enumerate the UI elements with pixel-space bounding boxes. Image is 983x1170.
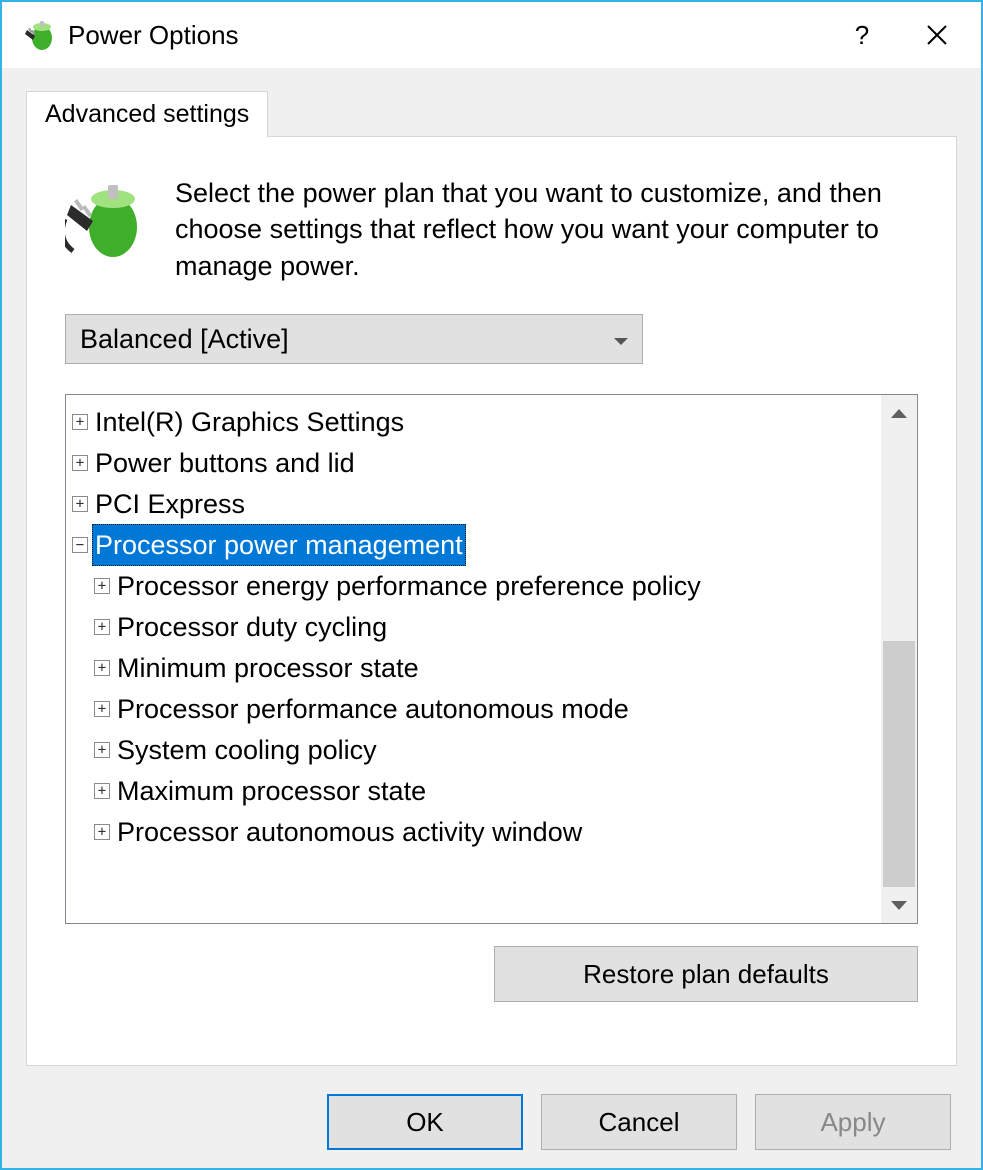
restore-row: Restore plan defaults [65, 946, 918, 1002]
tab-strip: Advanced settings [2, 88, 981, 136]
tree-item[interactable]: +System cooling policy [72, 729, 881, 770]
battery-plug-icon [65, 179, 147, 261]
tree-item-label: PCI Express [92, 483, 248, 526]
expand-icon[interactable]: + [94, 578, 110, 594]
close-icon [926, 24, 948, 46]
expand-icon[interactable]: + [94, 660, 110, 676]
window-title: Power Options [68, 20, 239, 51]
tree-item[interactable]: +Maximum processor state [72, 770, 881, 811]
scroll-down-button[interactable] [881, 887, 917, 923]
scroll-up-button[interactable] [881, 395, 917, 431]
dialog-button-row: OK Cancel Apply [2, 1082, 981, 1168]
tree-item-label: System cooling policy [114, 729, 380, 772]
expand-icon[interactable]: + [94, 742, 110, 758]
chevron-down-icon [614, 329, 628, 350]
tree-item-label: Minimum processor state [114, 647, 422, 690]
expand-icon[interactable]: + [94, 824, 110, 840]
chevron-down-icon [891, 901, 907, 910]
scroll-thumb[interactable] [883, 641, 915, 887]
close-button[interactable] [897, 5, 977, 65]
help-button[interactable]: ? [827, 5, 897, 65]
scrollbar[interactable] [881, 395, 917, 923]
restore-plan-defaults-button[interactable]: Restore plan defaults [494, 946, 918, 1002]
ok-button[interactable]: OK [327, 1094, 523, 1150]
expand-icon[interactable]: + [94, 783, 110, 799]
tree-item-label: Processor duty cycling [114, 606, 390, 649]
battery-plug-icon [22, 17, 58, 53]
tree-item-label: Processor power management [92, 524, 466, 567]
expand-icon[interactable]: + [94, 619, 110, 635]
tree-item-label: Intel(R) Graphics Settings [92, 401, 407, 444]
tree-content: +Intel(R) Graphics Settings+Power button… [66, 395, 881, 923]
expand-icon[interactable]: + [72, 496, 88, 512]
titlebar: Power Options ? [2, 2, 981, 68]
tree-item[interactable]: +Processor duty cycling [72, 606, 881, 647]
tree-item[interactable]: +Intel(R) Graphics Settings [72, 401, 881, 442]
power-options-dialog: Power Options ? Advanced settings [0, 0, 983, 1170]
settings-tree: +Intel(R) Graphics Settings+Power button… [65, 394, 918, 924]
expand-icon[interactable]: + [72, 414, 88, 430]
tab-body: Select the power plan that you want to c… [26, 136, 957, 1066]
tree-item-label: Processor autonomous activity window [114, 811, 585, 854]
tab-advanced-settings[interactable]: Advanced settings [26, 91, 268, 137]
apply-button: Apply [755, 1094, 951, 1150]
chevron-up-icon [891, 409, 907, 418]
tree-item-label: Processor performance autonomous mode [114, 688, 632, 731]
intro-text: Select the power plan that you want to c… [175, 175, 918, 284]
tree-item[interactable]: +Minimum processor state [72, 647, 881, 688]
expand-icon[interactable]: + [94, 701, 110, 717]
collapse-icon[interactable]: − [72, 537, 88, 553]
power-plan-select[interactable]: Balanced [Active] [65, 314, 643, 364]
tree-item-label: Processor energy performance preference … [114, 565, 704, 608]
tree-item[interactable]: −Processor power management [72, 524, 881, 565]
tab-container: Advanced settings Select the power [2, 68, 981, 1168]
tree-item[interactable]: +Processor energy performance preference… [72, 565, 881, 606]
tree-item[interactable]: +PCI Express [72, 483, 881, 524]
tree-item-label: Maximum processor state [114, 770, 429, 813]
tree-item[interactable]: +Processor autonomous activity window [72, 811, 881, 852]
scroll-track[interactable] [881, 431, 917, 887]
cancel-button[interactable]: Cancel [541, 1094, 737, 1150]
tree-item-label: Power buttons and lid [92, 442, 358, 485]
intro-row: Select the power plan that you want to c… [65, 175, 918, 284]
tree-item[interactable]: +Power buttons and lid [72, 442, 881, 483]
tree-item[interactable]: +Processor performance autonomous mode [72, 688, 881, 729]
power-plan-selected-label: Balanced [Active] [80, 324, 289, 355]
expand-icon[interactable]: + [72, 455, 88, 471]
